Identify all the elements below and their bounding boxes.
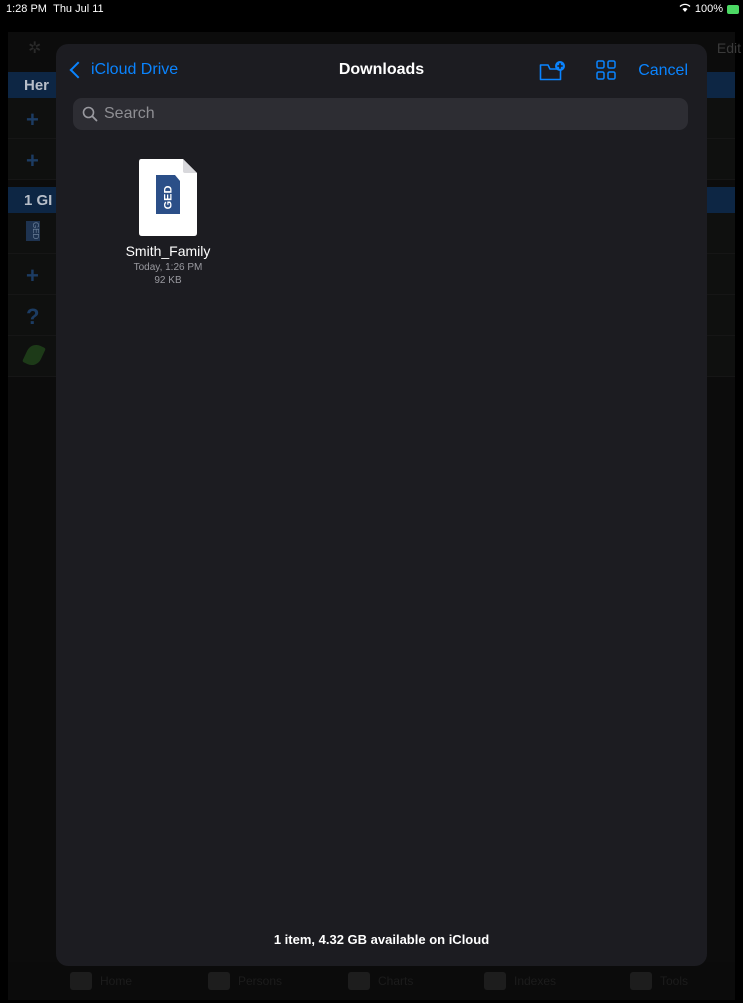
file-item[interactable]: GED Smith_Family Today, 1:26 PM 92 KB (101, 159, 235, 286)
file-type-label: GED (162, 185, 174, 210)
home-icon (70, 972, 92, 990)
leaf-icon (22, 341, 46, 369)
back-button-label: iCloud Drive (91, 61, 179, 78)
search-icon (82, 106, 98, 122)
person-icon (208, 972, 230, 990)
chevron-left-icon (69, 61, 87, 79)
picker-nav-bar: iCloud Drive Downloads Cancel (56, 44, 707, 96)
ged-file-icon: GED (26, 221, 40, 241)
grid-icon (596, 60, 616, 80)
file-date: Today, 1:26 PM (133, 262, 203, 273)
plus-icon: + (26, 148, 39, 173)
tab-indexes: Indexes (484, 972, 556, 990)
file-picker-sheet: iCloud Drive Downloads Cancel Search GED… (56, 44, 707, 966)
bg-edit-button: Edit (716, 40, 741, 56)
plus-icon: + (26, 263, 39, 288)
back-button[interactable]: iCloud Drive (68, 61, 178, 79)
tab-home: Home (70, 972, 132, 990)
file-size: 92 KB (154, 275, 182, 286)
plus-icon: + (26, 107, 39, 132)
search-bar[interactable] (73, 98, 688, 130)
cancel-button[interactable]: Cancel (638, 62, 688, 80)
battery-icon (727, 4, 739, 14)
status-right: 100% (679, 3, 739, 15)
bg-tab-bar: Home Persons Charts Indexes Tools (8, 962, 735, 1000)
document-icon: GED (139, 159, 197, 236)
wifi-icon (679, 3, 691, 15)
tab-persons: Persons (208, 972, 282, 990)
gear-icon (630, 972, 652, 990)
new-folder-button[interactable] (539, 60, 567, 82)
settings-icon: ✲ (28, 40, 42, 57)
status-bar: 1:28 PM Thu Jul 11 100% (0, 0, 743, 18)
storage-status: 1 item, 4.32 GB available on iCloud (273, 932, 490, 947)
battery-percent: 100% (694, 3, 723, 15)
view-options-button[interactable] (596, 60, 616, 80)
tab-tools: Tools (630, 972, 688, 990)
help-icon: ? (26, 304, 40, 329)
folder-plus-icon (539, 61, 565, 81)
status-date: Thu Jul 11 (53, 3, 104, 15)
book-icon (484, 972, 506, 990)
tab-charts: Charts (348, 972, 413, 990)
status-time: 1:28 PM Thu Jul 11 (6, 3, 104, 15)
tree-icon (348, 972, 370, 990)
file-name: Smith_Family (125, 243, 211, 259)
search-input[interactable] (102, 104, 666, 124)
